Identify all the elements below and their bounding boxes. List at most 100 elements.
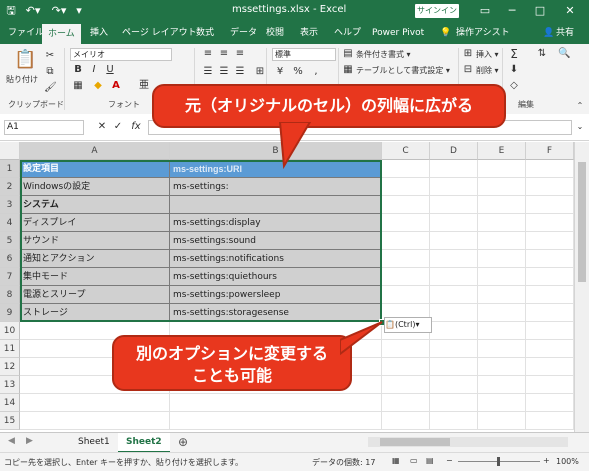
select-all-corner[interactable] [0,142,20,160]
tab-review[interactable]: 校閲 [266,22,284,44]
conditional-format-icon[interactable]: ▤ [342,48,354,60]
column-header-f[interactable]: F [526,142,574,160]
insert-cells-icon[interactable]: ⊞ [462,48,474,60]
copy-icon[interactable]: ⧉ [44,66,56,78]
column-header-a[interactable]: A [20,142,170,160]
cell-b4[interactable]: ms-settings:display [170,214,382,232]
cell[interactable] [526,250,574,268]
cell[interactable] [430,304,478,322]
cell[interactable] [382,394,430,412]
row-header[interactable]: 4 [0,214,20,232]
delete-cells-icon[interactable]: ⊟ [462,64,474,76]
align-middle-icon[interactable]: ≡ [218,48,230,60]
conditional-format-button[interactable]: 条件付き書式 ▾ [356,49,411,60]
clear-icon[interactable]: ◇ [508,80,520,92]
cell-b6[interactable]: ms-settings:notifications [170,250,382,268]
cell[interactable] [430,160,478,178]
number-format-select[interactable]: 標準 [272,48,336,61]
tab-power-pivot[interactable]: Power Pivot [372,22,424,44]
cell[interactable] [430,250,478,268]
comma-style-icon[interactable]: , [310,66,322,78]
italic-icon[interactable]: I [88,64,100,76]
cell[interactable] [526,214,574,232]
cell[interactable] [382,196,430,214]
horizontal-scrollbar-thumb[interactable] [380,438,450,446]
share-button[interactable]: 共有 [556,22,574,44]
fill-color-icon[interactable]: ◆ [92,80,104,92]
percent-icon[interactable]: % [292,66,304,78]
vertical-scrollbar[interactable] [574,142,589,432]
tell-me-search[interactable]: 操作アシスト [456,22,510,44]
align-center-icon[interactable]: ☰ [218,66,230,78]
cell[interactable] [478,394,526,412]
cell[interactable] [382,268,430,286]
row-header[interactable]: 5 [0,232,20,250]
zoom-level[interactable]: 100% [556,457,579,466]
page-break-view-icon[interactable]: ▤ [426,456,434,465]
cell[interactable] [478,358,526,376]
clipboard-icon[interactable]: 📋 [14,50,36,70]
cell-b3[interactable] [170,196,382,214]
column-header-c[interactable]: C [382,142,430,160]
cell-a9[interactable]: ストレージ [20,304,170,322]
row-header[interactable]: 11 [0,340,20,358]
row-header[interactable]: 2 [0,178,20,196]
cell-b14[interactable] [170,394,382,412]
cell[interactable] [478,286,526,304]
tab-home[interactable]: ホーム [42,24,81,44]
row-header[interactable]: 6 [0,250,20,268]
cancel-icon[interactable]: ✕ [96,121,108,133]
cell[interactable] [526,358,574,376]
cell[interactable] [430,394,478,412]
align-bottom-icon[interactable]: ≡ [234,48,246,60]
cell[interactable] [526,376,574,394]
row-header[interactable]: 1 [0,160,20,178]
tab-help[interactable]: ヘルプ [334,22,361,44]
cell[interactable] [382,412,430,430]
align-left-icon[interactable]: ☰ [202,66,214,78]
fill-icon[interactable]: ⬇ [508,64,520,76]
cut-icon[interactable]: ✂ [44,50,56,62]
enter-icon[interactable]: ✓ [112,121,124,133]
cell[interactable] [382,286,430,304]
autosum-icon[interactable]: Σ [508,48,520,60]
format-painter-icon[interactable]: 🖌 [44,82,57,94]
currency-icon[interactable]: ¥ [274,66,286,78]
cell[interactable] [478,304,526,322]
cell[interactable] [430,340,478,358]
horizontal-scrollbar[interactable] [368,437,568,447]
cell[interactable] [526,340,574,358]
row-header[interactable]: 8 [0,286,20,304]
cell[interactable] [430,358,478,376]
close-button[interactable]: ✕ [560,2,580,20]
cell[interactable] [526,268,574,286]
cell[interactable] [430,232,478,250]
cell[interactable] [382,160,430,178]
customize-quick-access-icon[interactable]: ▾ [74,2,84,20]
cell-b5[interactable]: ms-settings:sound [170,232,382,250]
row-header[interactable]: 3 [0,196,20,214]
zoom-out-icon[interactable]: − [446,456,453,465]
name-box[interactable]: A1 [4,120,84,135]
table-format-icon[interactable]: ▦ [342,64,354,76]
zoom-slider-thumb[interactable] [497,457,500,466]
sign-in-button[interactable]: サインイン [415,4,459,18]
save-icon[interactable]: 🖫 [4,2,18,20]
cell[interactable] [430,412,478,430]
tab-formulas[interactable]: 数式 [196,22,214,44]
undo-icon[interactable]: ↶▾ [22,2,44,20]
minimize-button[interactable]: ─ [502,2,522,20]
row-header[interactable]: 7 [0,268,20,286]
cell[interactable] [526,394,574,412]
cell[interactable] [430,196,478,214]
add-sheet-icon[interactable]: ⊕ [178,435,188,449]
cell-b7[interactable]: ms-settings:quiethours [170,268,382,286]
find-select-icon[interactable]: 🔍 [558,48,570,60]
sort-filter-icon[interactable]: ⇅ [536,48,548,60]
delete-cells-button[interactable]: 削除 ▾ [476,65,499,76]
ribbon-display-options-icon[interactable]: ▭ [475,2,495,20]
bold-icon[interactable]: B [72,64,84,76]
cell[interactable] [430,268,478,286]
cell-a3[interactable]: システム [20,196,170,214]
cell[interactable] [382,358,430,376]
